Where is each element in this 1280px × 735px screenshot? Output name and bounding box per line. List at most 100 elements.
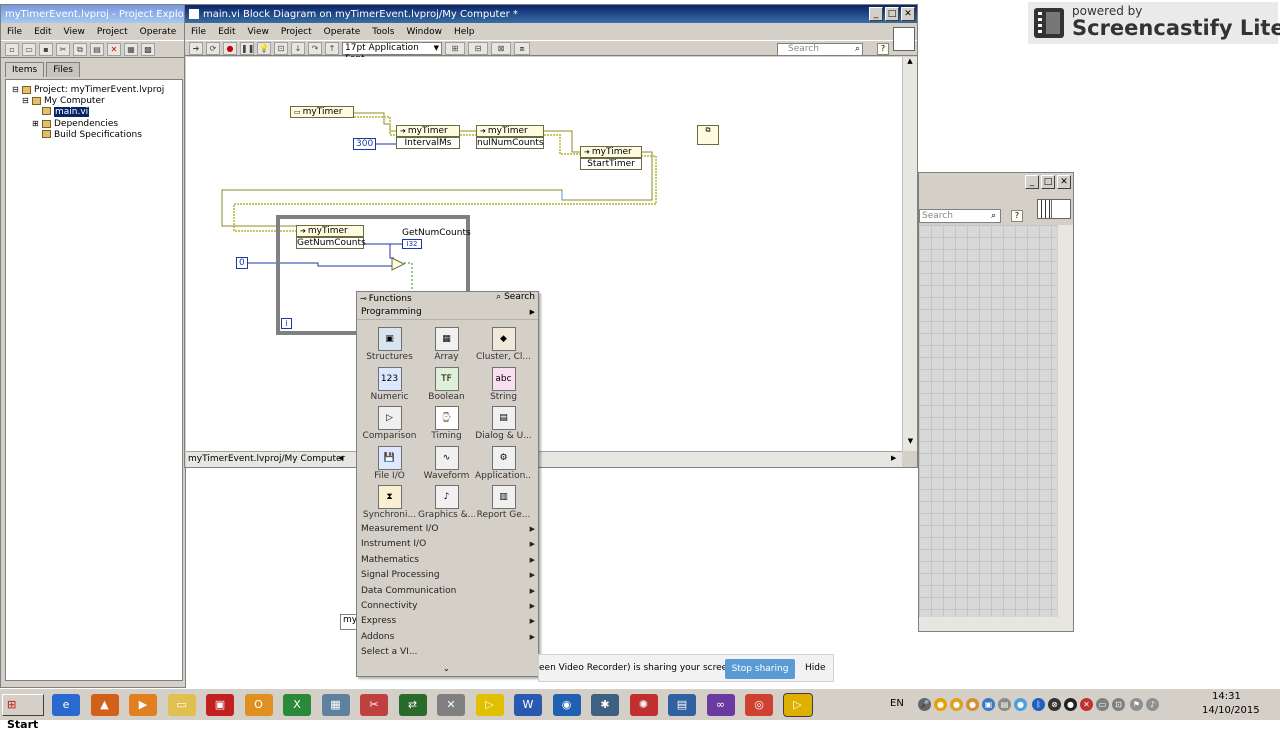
palette-item-label: Numeric xyxy=(370,391,409,402)
app-icon[interactable]: ✺ xyxy=(629,694,658,716)
network-app-icon[interactable]: ⇄ xyxy=(398,694,427,716)
bluetooth-icon[interactable]: ᛒ xyxy=(1032,698,1045,711)
chevron-right-icon: ▶ xyxy=(529,525,535,533)
tray-app-icon[interactable]: ✕ xyxy=(1080,698,1093,711)
pin-icon[interactable]: ⊸ xyxy=(360,294,367,303)
word-icon[interactable]: W xyxy=(514,694,542,716)
palette-item-application[interactable]: ⚙ Application... xyxy=(475,443,532,483)
palette-item-array[interactable]: ▦ Array xyxy=(418,324,475,364)
palette-item-timing[interactable]: ⌚ Timing xyxy=(418,403,475,443)
palette-category-express[interactable]: Express ▶ xyxy=(357,614,538,629)
vi-app-icon[interactable]: ▤ xyxy=(668,694,696,716)
functions-palette[interactable]: ⊸ Functions ⌕ Search Programming ▶ ▣ Stru… xyxy=(356,291,539,677)
chevron-right-icon: ▶ xyxy=(529,617,535,626)
tray-app-icon[interactable]: ● xyxy=(1064,698,1077,711)
mytimer-interval-node-prop[interactable]: IntervalMs xyxy=(396,137,460,149)
palette-search-button[interactable]: ⌕ Search xyxy=(496,292,535,302)
stop-sharing-button[interactable]: Stop sharing xyxy=(725,659,795,679)
volume-icon[interactable]: ♪ xyxy=(1146,698,1159,711)
outlook-icon[interactable]: O xyxy=(244,694,273,716)
labview-icon[interactable]: ▷ xyxy=(475,694,504,716)
network-icon[interactable]: ▣ xyxy=(982,698,995,711)
palette-category-instrument-i-o[interactable]: Instrument I/O ▶ xyxy=(357,537,538,552)
ie-icon[interactable]: e xyxy=(52,694,80,716)
tools-icon[interactable]: ✕ xyxy=(437,694,465,716)
tray-app-icon[interactable]: ⊡ xyxy=(1112,698,1125,711)
tray-app-icon[interactable]: ● xyxy=(934,698,947,711)
calculator-icon[interactable]: ▦ xyxy=(321,694,350,716)
indicator-i32[interactable]: I32 xyxy=(402,239,422,249)
start-button[interactable]: ⊞ Start xyxy=(2,694,44,731)
tray-app-icon[interactable]: ● xyxy=(1014,698,1027,711)
palette-item-string[interactable]: abc String xyxy=(475,364,532,404)
palette-item-structures[interactable]: ▣ Structures xyxy=(361,324,418,364)
mytimer-start-node-head[interactable]: ➔ myTimer xyxy=(580,146,642,158)
palette-item-file-i-o[interactable]: 💾 File I/O xyxy=(361,443,418,483)
palette-item-boolean[interactable]: TF Boolean xyxy=(418,364,475,404)
palette-item-label: File I/O xyxy=(374,470,405,481)
palette-category-programming[interactable]: Programming ▶ xyxy=(357,306,538,320)
timing-icon: ⌚ xyxy=(434,406,459,430)
excel-icon[interactable]: X xyxy=(283,694,311,716)
mytimer-getnum-node-prop[interactable]: GetNumCounts xyxy=(296,237,366,249)
tray-app-icon[interactable]: ● xyxy=(950,698,963,711)
palette-category-label: Connectivity xyxy=(361,600,418,611)
palette-category-measurement-i-o[interactable]: Measurement I/O ▶ xyxy=(357,522,538,537)
palette-item-cluster-cl[interactable]: ◆ Cluster, Cl... xyxy=(475,324,532,364)
palette-category-mathematics[interactable]: Mathematics ▶ xyxy=(357,553,538,568)
floating-vi-icon[interactable]: ⧉ xyxy=(697,125,719,145)
palette-category-data-communication[interactable]: Data Communication ▶ xyxy=(357,584,538,599)
palette-item-numeric[interactable]: 123 Numeric xyxy=(361,364,418,404)
globe-icon[interactable]: ◉ xyxy=(552,694,581,716)
microphone-icon[interactable]: 🎤 xyxy=(918,698,931,711)
mytimer-nulnum-node-prop[interactable]: nulNumCounts xyxy=(476,137,544,149)
palette-item-waveform[interactable]: ∿ Waveform xyxy=(418,443,475,483)
clock-time[interactable]: 14:31 xyxy=(1212,691,1241,702)
palette-item-report-ge[interactable]: ▥ Report Ge... xyxy=(475,482,532,522)
media-icon[interactable]: ▶ xyxy=(129,694,157,716)
mytimer-interval-node-head[interactable]: ➔ myTimer xyxy=(396,125,460,137)
palette-item-label: String xyxy=(490,391,517,402)
sharing-text: een Video Recorder) is sharing your scre… xyxy=(539,663,736,673)
folder-icon[interactable]: ▭ xyxy=(167,694,196,716)
labview-active-icon[interactable]: ▷ xyxy=(782,693,813,717)
tray-app-icon[interactable]: ⊗ xyxy=(1048,698,1061,711)
palette-category-select-a-vi[interactable]: Select a VI... xyxy=(357,645,538,660)
palette-item-graphics[interactable]: ♪ Graphics &... xyxy=(418,482,475,522)
flag-icon[interactable]: ⚑ xyxy=(1130,698,1143,711)
palette-item-label: Structures xyxy=(366,352,413,362)
visual-studio-icon[interactable]: ∞ xyxy=(706,694,735,716)
palette-category-addons[interactable]: Addons ▶ xyxy=(357,630,538,645)
tray-app-icon[interactable]: ● xyxy=(966,698,979,711)
palette-item-label: Array xyxy=(434,352,459,362)
constant-300[interactable]: 300 xyxy=(353,138,377,150)
wire-ref-1 xyxy=(354,112,398,132)
chevron-right-icon: ▶ xyxy=(529,601,535,610)
chevron-right-icon: ▶ xyxy=(529,586,535,595)
mytimer-nulnum-node-head[interactable]: ➔ myTimer xyxy=(476,125,544,137)
tray-app-icon[interactable]: ▭ xyxy=(1096,698,1109,711)
palette-category-connectivity[interactable]: Connectivity ▶ xyxy=(357,599,538,614)
loop-iteration-terminal[interactable]: i xyxy=(281,318,292,329)
palette-expand-icon[interactable]: ⌄ xyxy=(443,664,450,673)
tray-app-icon[interactable]: ▤ xyxy=(998,698,1011,711)
palette-item-dialog-u[interactable]: ▤ Dialog & U... xyxy=(475,403,532,443)
language-indicator[interactable]: EN xyxy=(890,698,904,709)
palette-header[interactable]: ⊸ Functions ⌕ Search xyxy=(357,292,538,305)
palette-item-comparison[interactable]: ▷ Comparison xyxy=(361,403,418,443)
mytimer-start-node-prop[interactable]: StartTimer xyxy=(580,158,642,170)
app-icon[interactable]: ▣ xyxy=(206,694,234,716)
mytimer-getnum-node-head[interactable]: ➔ myTimer xyxy=(296,225,364,237)
matlab-icon[interactable]: ▲ xyxy=(90,694,119,716)
palette-category-signal-processing[interactable]: Signal Processing ▶ xyxy=(357,568,538,583)
waveform-icon: ∿ xyxy=(434,445,459,470)
chrome-icon[interactable]: ◎ xyxy=(745,694,773,716)
palette-item-synchroni[interactable]: ⧗ Synchroni... xyxy=(361,482,418,522)
constant-0[interactable]: 0 xyxy=(236,257,248,269)
mytimer-ref-node[interactable]: ▭ myTimer xyxy=(290,106,354,118)
clock-date[interactable]: 14/10/2015 xyxy=(1202,705,1260,716)
hide-button[interactable]: Hide xyxy=(805,663,826,673)
snip-icon[interactable]: ✂ xyxy=(360,694,388,716)
file-i-o-icon: 💾 xyxy=(377,445,402,470)
bug-icon[interactable]: ✱ xyxy=(591,694,619,716)
